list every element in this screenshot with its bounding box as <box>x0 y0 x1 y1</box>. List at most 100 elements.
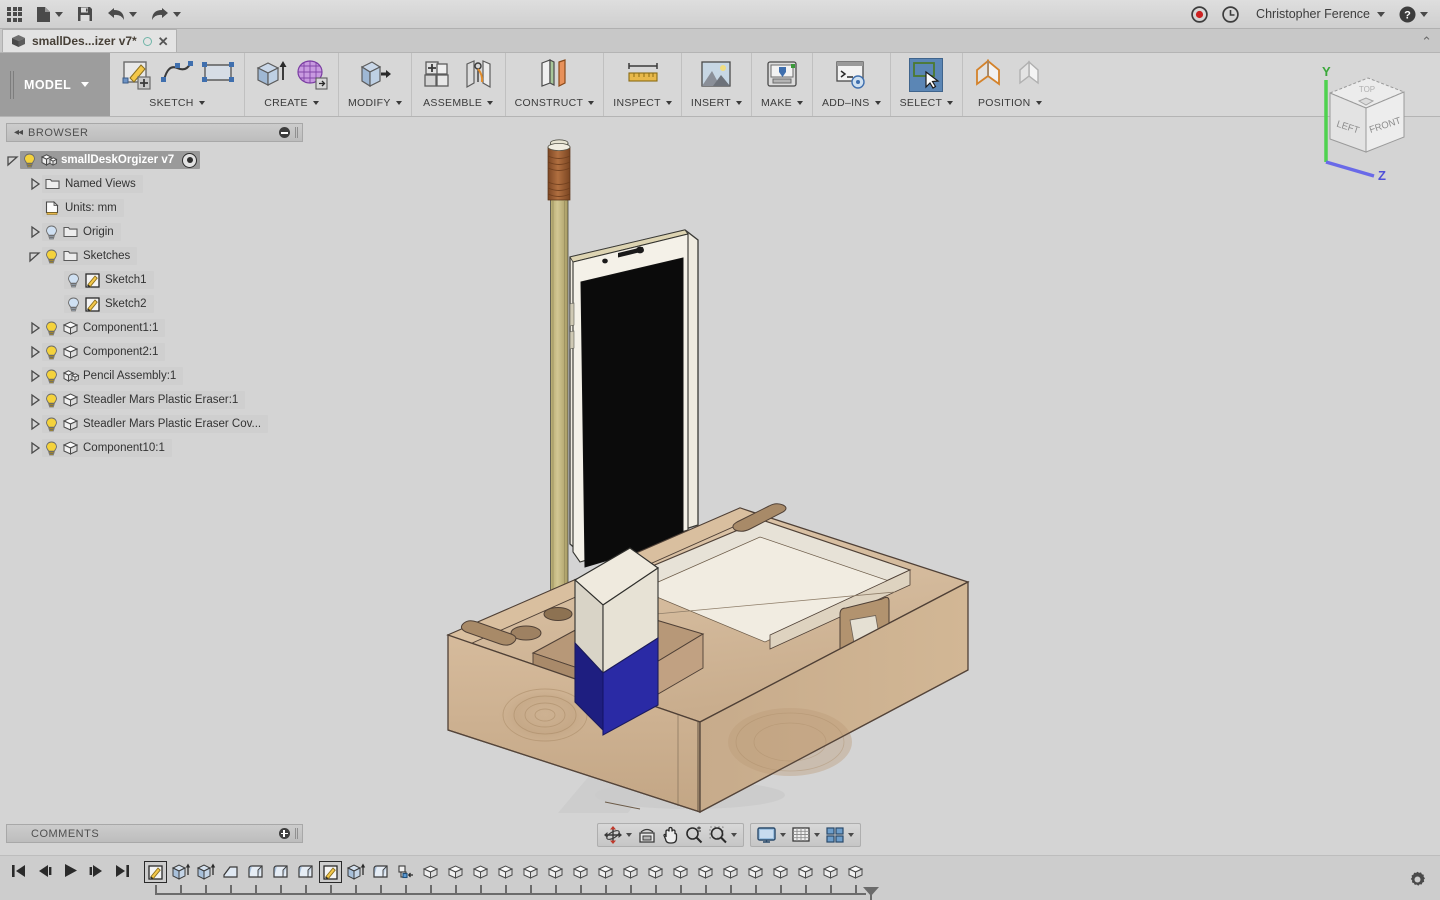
visibility-toggle[interactable] <box>45 345 58 360</box>
3d-print-icon[interactable] <box>765 58 799 92</box>
save-button[interactable] <box>70 0 100 29</box>
visibility-toggle[interactable] <box>45 417 58 432</box>
timeline-feature-body[interactable] <box>668 860 693 884</box>
visibility-toggle[interactable] <box>45 249 58 264</box>
timeline-feature-shell[interactable] <box>268 860 293 884</box>
ribbon-group-label-make[interactable]: MAKE <box>761 97 803 109</box>
visibility-toggle[interactable] <box>45 369 58 384</box>
browser-tree-row[interactable]: Steadler Mars Plastic Eraser Cov... <box>0 412 303 436</box>
display-settings-button[interactable] <box>754 824 789 846</box>
expander-expanded-icon[interactable] <box>28 249 42 263</box>
smartphone-object[interactable] <box>569 229 699 568</box>
ribbon-group-label-select[interactable]: SELECT <box>900 97 954 109</box>
viewcube[interactable]: Y Z LEFT FRONT TOP <box>1304 58 1428 183</box>
browser-tree-row[interactable]: Pencil Assembly:1 <box>0 364 303 388</box>
expander-collapsed-icon[interactable] <box>28 345 42 359</box>
browser-tree-item[interactable]: Sketch2 <box>64 295 154 313</box>
record-button[interactable] <box>1184 0 1215 29</box>
timeline-feature-body[interactable] <box>843 860 868 884</box>
press-pull-icon[interactable] <box>358 58 392 92</box>
browser-tree-item[interactable]: Component10:1 <box>42 439 172 457</box>
timeline-feature-body[interactable] <box>493 860 518 884</box>
expander-collapsed-icon[interactable] <box>28 177 42 191</box>
new-file-button[interactable] <box>29 0 70 29</box>
browser-tree-item[interactable]: Component2:1 <box>42 343 166 361</box>
timeline-feature-body[interactable] <box>518 860 543 884</box>
timeline-feature-shell[interactable] <box>243 860 268 884</box>
ribbon-group-label-addins[interactable]: ADD–INS <box>822 97 881 109</box>
insert-image-icon[interactable] <box>699 58 733 92</box>
browser-tree-row[interactable]: Named Views <box>0 172 303 196</box>
create-sketch-icon[interactable] <box>119 58 153 92</box>
browser-tree-item[interactable]: Steadler Mars Plastic Eraser Cov... <box>42 415 269 433</box>
browser-tree-item[interactable]: smallDeskOrgizer v7 <box>20 151 201 169</box>
zoom-window-button[interactable] <box>706 824 740 846</box>
timeline-feature-extrude[interactable] <box>168 860 193 884</box>
browser-tree-item[interactable]: Origin <box>42 223 121 241</box>
help-button[interactable]: ? <box>1392 0 1440 29</box>
ribbon-group-label-inspect[interactable]: INSPECT <box>613 97 672 109</box>
expander-collapsed-icon[interactable] <box>28 369 42 383</box>
timeline-feature-body[interactable] <box>618 860 643 884</box>
pencil-object[interactable] <box>547 139 571 626</box>
timeline-feature-body[interactable] <box>818 860 843 884</box>
expander-collapsed-icon[interactable] <box>28 321 42 335</box>
ribbon-group-label-position[interactable]: POSITION <box>978 97 1042 109</box>
timeline-feature-body[interactable] <box>718 860 743 884</box>
panel-resize-grip[interactable] <box>294 127 298 138</box>
browser-tree-item[interactable]: Pencil Assembly:1 <box>42 367 184 385</box>
browser-tree-item[interactable]: Component1:1 <box>42 319 166 337</box>
visibility-toggle[interactable] <box>45 321 58 336</box>
browser-tree-row[interactable]: Origin <box>0 220 303 244</box>
extrude-icon[interactable] <box>254 58 288 92</box>
select-window-icon[interactable] <box>909 58 944 92</box>
orbit-button[interactable] <box>601 824 635 846</box>
expander-expanded-icon[interactable] <box>6 153 20 167</box>
timeline-feature-shell[interactable] <box>293 860 318 884</box>
pan-button[interactable] <box>659 824 682 846</box>
grid-snaps-button[interactable] <box>789 824 823 846</box>
visibility-toggle[interactable] <box>23 153 36 168</box>
browser-tree-item[interactable]: Named Views <box>42 175 143 193</box>
undo-button[interactable] <box>100 0 144 29</box>
expander-collapsed-icon[interactable] <box>28 417 42 431</box>
browser-tree-row[interactable]: smallDeskOrgizer v7 <box>0 148 303 172</box>
panel-resize-grip[interactable] <box>294 828 298 839</box>
close-icon[interactable]: ✕ <box>158 35 169 48</box>
browser-collapse-button[interactable]: ◂◂ <box>7 127 28 138</box>
timeline-feature-extrude[interactable] <box>343 860 368 884</box>
timeline-feature-body[interactable] <box>543 860 568 884</box>
workspace-switcher-button[interactable]: MODEL <box>0 53 110 116</box>
browser-tree-row[interactable]: Component2:1 <box>0 340 303 364</box>
expander-collapsed-icon[interactable] <box>28 393 42 407</box>
ribbon-group-label-create[interactable]: CREATE <box>264 97 319 109</box>
play-button[interactable] <box>62 862 79 879</box>
ribbon-group-label-assemble[interactable]: ASSEMBLE <box>423 97 494 109</box>
timeline-feature-body[interactable] <box>468 860 493 884</box>
position-flip-icon[interactable] <box>972 58 1006 92</box>
ribbon-group-label-insert[interactable]: INSERT <box>691 97 742 109</box>
collapse-ribbon-button[interactable]: ⌃ <box>1421 34 1432 50</box>
ribbon-group-label-sketch[interactable]: SKETCH <box>149 97 205 109</box>
timeline-feature-body[interactable] <box>768 860 793 884</box>
step-forward-button[interactable] <box>88 862 105 879</box>
timeline-feature-joint[interactable] <box>393 860 418 884</box>
timeline-feature-sketch[interactable] <box>143 860 168 884</box>
timeline-feature-body[interactable] <box>693 860 718 884</box>
offset-plane-icon[interactable] <box>537 58 571 92</box>
browser-tree-row[interactable]: Component1:1 <box>0 316 303 340</box>
position-ghost-icon[interactable] <box>1013 58 1047 92</box>
timeline-feature-fillet[interactable] <box>218 860 243 884</box>
timeline-end-marker[interactable] <box>862 886 880 900</box>
browser-tree-row[interactable]: Sketch1 <box>0 268 303 292</box>
add-comment-icon[interactable] <box>278 828 290 839</box>
timeline-feature-sketch[interactable] <box>318 860 343 884</box>
timeline-feature-body[interactable] <box>418 860 443 884</box>
new-component-icon[interactable] <box>421 58 455 92</box>
scripts-addins-icon[interactable] <box>834 58 868 92</box>
browser-tree-item[interactable]: Steadler Mars Plastic Eraser:1 <box>42 391 246 409</box>
timeline-feature-body[interactable] <box>793 860 818 884</box>
visibility-toggle[interactable] <box>67 273 80 288</box>
browser-tree-row[interactable]: Steadler Mars Plastic Eraser:1 <box>0 388 303 412</box>
browser-tree-row[interactable]: Sketch2 <box>0 292 303 316</box>
